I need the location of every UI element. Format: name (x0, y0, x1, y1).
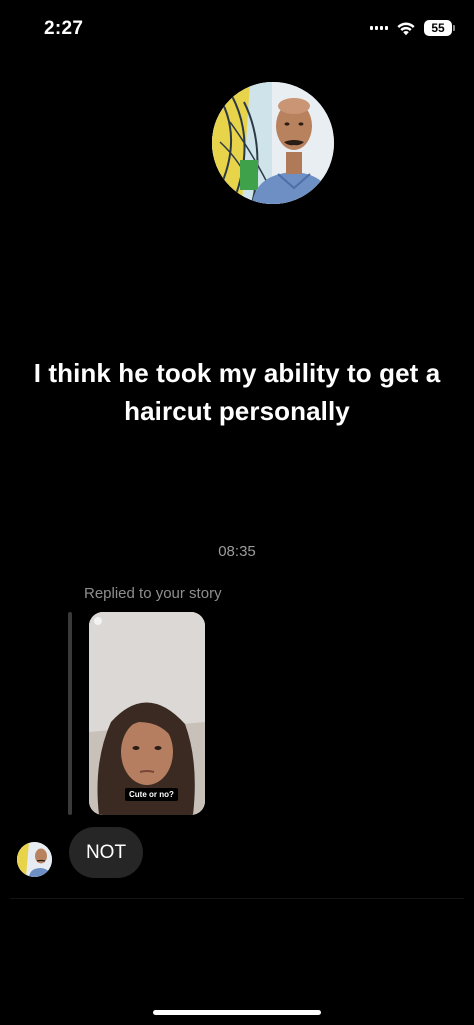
status-icons: 55 (370, 20, 455, 36)
battery-icon: 55 (424, 20, 455, 36)
story-caption: I think he took my ability to get a hair… (33, 358, 441, 426)
composer-divider (10, 898, 464, 899)
profile-avatar[interactable] (212, 82, 334, 204)
message-bubble[interactable]: NOT (69, 827, 143, 878)
battery-level: 55 (431, 21, 445, 35)
message-text: NOT (85, 841, 127, 863)
message-timestamp: 08:35 (218, 543, 256, 560)
reply-quote-bar (68, 612, 72, 815)
story-thumbnail[interactable]: Cute or no? (89, 612, 205, 815)
status-time: 2:27 (44, 18, 84, 39)
replied-to-story-label: Replied to your story (84, 585, 222, 602)
sender-photo (17, 842, 52, 877)
home-indicator[interactable] (153, 1010, 321, 1015)
story-photo (89, 612, 205, 815)
cellular-signal-icon (370, 26, 388, 30)
story-sticker-text: Cute or no? (125, 788, 178, 801)
sender-avatar[interactable] (17, 842, 52, 877)
wifi-icon (397, 22, 415, 35)
profile-photo (212, 82, 334, 204)
status-bar: 2:27 55 (0, 0, 474, 60)
